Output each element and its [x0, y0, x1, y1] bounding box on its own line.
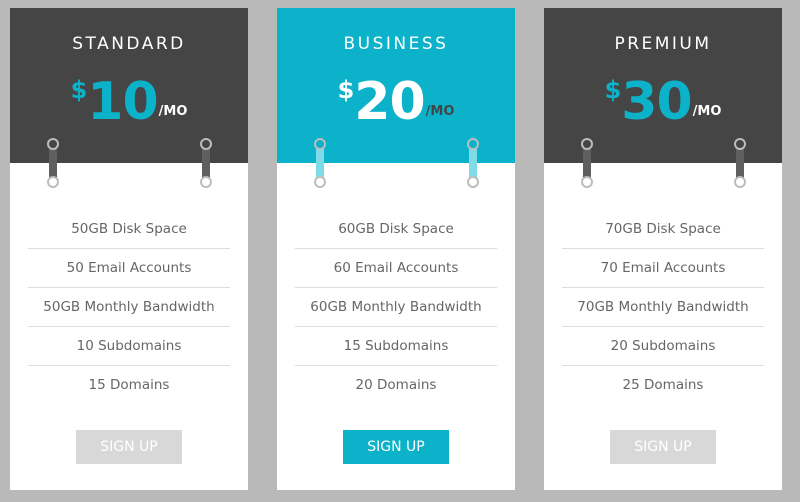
feature-list: 60GB Disk Space 60 Email Accounts 60GB M… [295, 210, 497, 404]
plan-name: BUSINESS [343, 34, 449, 54]
plan-price: $20/MO [277, 72, 515, 138]
feature-item: 70 Email Accounts [562, 249, 764, 288]
price-amount: 20 [354, 72, 425, 132]
feature-item: 50 Email Accounts [28, 249, 230, 288]
feature-item: 15 Subdomains [295, 327, 497, 366]
binder-clip-icon [313, 138, 327, 188]
feature-item: 15 Domains [88, 377, 170, 393]
price-amount: 30 [621, 72, 692, 132]
sign-up-button[interactable]: SIGN UP [610, 430, 716, 464]
binder-clip-icon [733, 138, 747, 188]
sign-up-button[interactable]: SIGN UP [76, 430, 182, 464]
binder-clip-icon [466, 138, 480, 188]
pricing-card-premium: PREMIUM $30/MO 70GB Disk Space 70 Email … [544, 8, 782, 490]
pricing-card-business: BUSINESS $20/MO 60GB Disk Space 60 Email… [277, 8, 515, 490]
feature-list: 50GB Disk Space 50 Email Accounts 50GB M… [28, 210, 230, 404]
feature-item: 70GB Monthly Bandwidth [562, 288, 764, 327]
binder-clip-icon [46, 138, 60, 188]
feature-item: 25 Domains [622, 377, 704, 393]
sign-up-button[interactable]: SIGN UP [343, 430, 449, 464]
price-currency: $ [604, 76, 622, 104]
feature-item: 60 Email Accounts [295, 249, 497, 288]
price-currency: $ [337, 76, 355, 104]
price-period: /MO [425, 104, 455, 119]
feature-item: 50GB Disk Space [28, 210, 230, 249]
feature-item: 60GB Disk Space [295, 210, 497, 249]
binder-clip-icon [199, 138, 213, 188]
plan-name: PREMIUM [614, 34, 712, 54]
plan-price: $30/MO [544, 72, 782, 138]
price-period: /MO [158, 104, 188, 119]
price-period: /MO [692, 104, 722, 119]
feature-item: 60GB Monthly Bandwidth [295, 288, 497, 327]
plan-name: STANDARD [72, 34, 186, 54]
feature-item: 10 Subdomains [28, 327, 230, 366]
plan-price: $10/MO [10, 72, 248, 138]
price-currency: $ [70, 76, 88, 104]
feature-list: 70GB Disk Space 70 Email Accounts 70GB M… [562, 210, 764, 404]
pricing-card-standard: STANDARD $10/MO 50GB Disk Space 50 Email… [10, 8, 248, 490]
feature-item: 70GB Disk Space [562, 210, 764, 249]
binder-clip-icon [580, 138, 594, 188]
feature-item: 50GB Monthly Bandwidth [28, 288, 230, 327]
price-amount: 10 [87, 72, 158, 132]
feature-item: 20 Subdomains [562, 327, 764, 366]
feature-item: 20 Domains [355, 377, 437, 393]
